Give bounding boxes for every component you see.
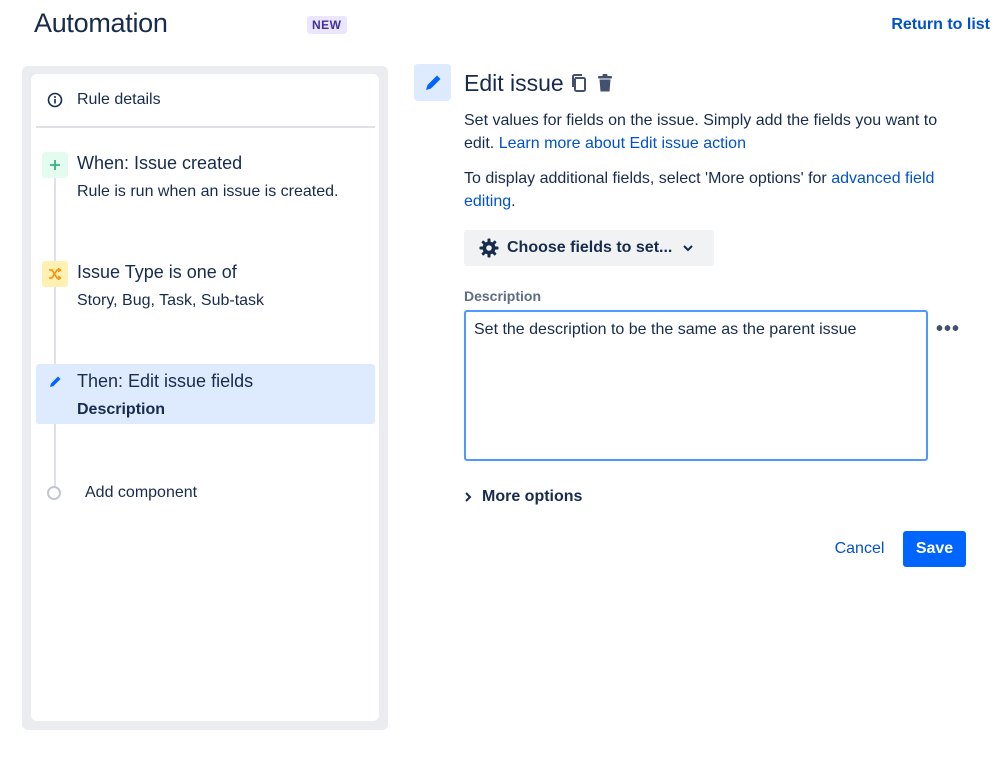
rule-details-label: Rule details xyxy=(77,91,161,108)
field-more-actions-button[interactable]: ••• xyxy=(936,318,960,341)
info-icon xyxy=(47,92,63,108)
add-component-button[interactable]: Add component xyxy=(47,484,197,502)
more-info-paragraph: To display additional fields, select 'Mo… xyxy=(464,168,964,213)
delete-button[interactable] xyxy=(594,72,616,94)
save-button[interactable]: Save xyxy=(903,531,966,567)
intro-paragraph: Set values for fields on the issue. Simp… xyxy=(464,110,964,155)
rule-sidebar-panel: Rule details When: Issue created Rule is… xyxy=(31,74,379,721)
edit-badge xyxy=(414,64,451,101)
component-subtitle: Description xyxy=(77,401,166,418)
chevron-down-icon xyxy=(683,245,694,252)
trash-icon xyxy=(598,74,612,92)
more-options-label: More options xyxy=(482,488,583,505)
component-title: When: Issue created xyxy=(77,153,243,173)
component-subtitle: Story, Bug, Task, Sub-task xyxy=(77,292,265,309)
cancel-button[interactable]: Cancel xyxy=(826,531,893,567)
chevron-right-icon xyxy=(465,492,472,502)
copy-button[interactable] xyxy=(568,72,590,94)
plus-icon xyxy=(42,152,68,178)
rule-sidebar: Rule details When: Issue created Rule is… xyxy=(22,66,388,730)
component-trigger[interactable]: When: Issue created Rule is run when an … xyxy=(36,146,375,210)
choose-fields-label: Choose fields to set... xyxy=(507,239,673,256)
shuffle-icon xyxy=(42,261,68,287)
copy-icon xyxy=(572,74,586,92)
component-title: Issue Type is one of xyxy=(77,262,237,282)
return-to-list-link[interactable]: Return to list xyxy=(891,16,990,34)
component-condition[interactable]: Issue Type is one of Story, Bug, Task, S… xyxy=(36,256,375,320)
description-field[interactable]: Set the description to be the same as th… xyxy=(464,310,928,461)
component-action[interactable]: Then: Edit issue fields Description xyxy=(36,364,375,424)
learn-more-link[interactable]: Learn more about Edit issue action xyxy=(499,135,746,152)
add-component-label: Add component xyxy=(85,484,198,501)
page-title: Automation xyxy=(34,8,168,38)
new-badge: NEW xyxy=(307,16,347,34)
more-info-end: . xyxy=(511,192,516,210)
description-field-label: Description xyxy=(464,288,542,304)
pencil-icon xyxy=(42,369,68,395)
component-title: Then: Edit issue fields xyxy=(77,371,254,391)
gear-icon xyxy=(479,238,499,258)
pencil-icon xyxy=(425,75,440,90)
divider xyxy=(36,126,375,128)
more-options-toggle[interactable]: More options xyxy=(464,488,582,506)
timeline-line xyxy=(54,178,56,494)
choose-fields-button[interactable]: Choose fields to set... xyxy=(464,230,714,266)
more-info-text: To display additional fields, select 'Mo… xyxy=(464,170,827,187)
add-circle-icon xyxy=(47,486,61,500)
component-subtitle: Rule is run when an issue is created. xyxy=(77,183,339,200)
edit-issue-title: Edit issue xyxy=(464,70,564,96)
rule-details-item[interactable]: Rule details xyxy=(31,74,379,126)
